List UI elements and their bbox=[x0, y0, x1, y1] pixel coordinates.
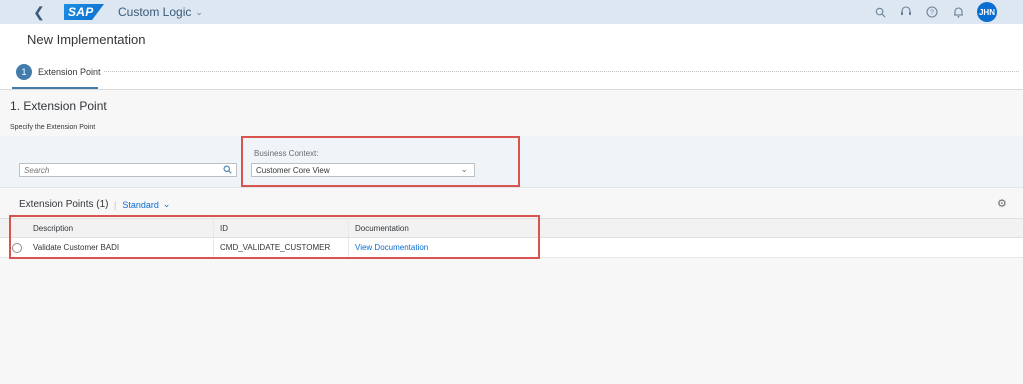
back-icon[interactable]: ❮ bbox=[30, 3, 48, 21]
table-title: Extension Points (1) bbox=[19, 199, 109, 210]
section-subtitle: Specify the Extension Point bbox=[10, 124, 96, 131]
table-row[interactable]: Validate Customer BADI CMD_VALIDATE_CUST… bbox=[0, 238, 1023, 258]
step-progress-line bbox=[104, 71, 1019, 72]
row-id: CMD_VALIDATE_CUSTOMER bbox=[214, 238, 349, 257]
extension-points-table: Description ID Documentation Validate Cu… bbox=[0, 218, 1023, 258]
page-title: New Implementation bbox=[27, 32, 146, 47]
column-header-documentation[interactable]: Documentation bbox=[349, 219, 1023, 237]
header-select-cell bbox=[0, 219, 27, 237]
chevron-down-icon: ⌄ bbox=[162, 199, 171, 209]
business-context-label: Business Context: bbox=[254, 149, 319, 158]
step-number: 1 bbox=[16, 64, 32, 80]
row-radio[interactable] bbox=[12, 242, 22, 253]
row-documentation: View Documentation bbox=[349, 238, 1023, 257]
row-select-cell bbox=[0, 238, 27, 257]
app-title-menu[interactable]: Custom Logic ⌄ bbox=[118, 5, 203, 19]
page-header: New Implementation 1 Extension Point bbox=[0, 24, 1023, 90]
step-active-indicator bbox=[12, 87, 98, 89]
view-documentation-link[interactable]: View Documentation bbox=[355, 243, 428, 252]
search-icon[interactable] bbox=[873, 5, 887, 19]
row-description: Validate Customer BADI bbox=[27, 238, 214, 257]
bell-icon[interactable] bbox=[951, 5, 965, 19]
logo-text: SAP bbox=[68, 5, 94, 19]
table-header-row: Description ID Documentation bbox=[0, 218, 1023, 238]
business-context-value: Customer Core View bbox=[256, 165, 330, 175]
search-icon[interactable] bbox=[223, 165, 232, 176]
avatar[interactable]: JHN bbox=[977, 2, 997, 22]
sap-logo[interactable]: SAP bbox=[64, 4, 104, 20]
search-field[interactable] bbox=[19, 163, 237, 177]
settings-icon[interactable]: ⚙ bbox=[997, 197, 1007, 210]
chevron-down-icon: ⌄ bbox=[195, 6, 203, 17]
search-input[interactable] bbox=[24, 165, 214, 175]
app-title: Custom Logic bbox=[118, 5, 192, 19]
headset-icon[interactable] bbox=[899, 5, 913, 19]
column-header-id[interactable]: ID bbox=[214, 219, 349, 237]
step-label: Extension Point bbox=[38, 67, 101, 77]
help-icon[interactable]: ? bbox=[925, 5, 939, 19]
chevron-down-icon: ⌄ bbox=[460, 164, 468, 174]
shell-bar: ❮ SAP Custom Logic ⌄ ? JHN bbox=[0, 0, 1023, 24]
filter-bar bbox=[0, 136, 1023, 188]
svg-text:?: ? bbox=[930, 10, 934, 17]
variant-label: Standard bbox=[122, 199, 159, 210]
column-header-description[interactable]: Description bbox=[27, 219, 214, 237]
variant-selector[interactable]: | Standard ⌄ bbox=[114, 199, 170, 210]
section-title: 1. Extension Point bbox=[10, 99, 107, 113]
divider: | bbox=[114, 199, 117, 210]
wizard-step-1[interactable]: 1 Extension Point bbox=[16, 64, 101, 80]
business-context-select[interactable]: Customer Core View ⌄ bbox=[251, 163, 475, 177]
